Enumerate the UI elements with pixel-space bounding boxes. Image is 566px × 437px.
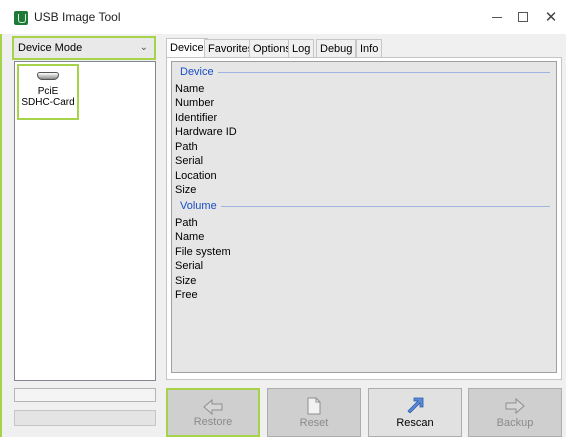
document-icon bbox=[307, 397, 321, 415]
window-title: USB Image Tool bbox=[34, 10, 121, 24]
properties-view[interactable]: Device Name Number Identifier Hardware I… bbox=[171, 61, 557, 373]
volume-field-file-system: File system bbox=[175, 246, 231, 258]
restore-button[interactable]: Restore bbox=[166, 388, 260, 437]
volume-field-size: Size bbox=[175, 275, 197, 287]
tab-panel: Device Name Number Identifier Hardware I… bbox=[166, 57, 562, 380]
progress-bar bbox=[14, 410, 156, 426]
app-icon bbox=[14, 11, 28, 25]
volume-field-free: Free bbox=[175, 289, 198, 301]
drive-icon bbox=[37, 72, 59, 80]
chevron-down-icon: ⌄ bbox=[139, 42, 148, 53]
device-field-location: Location bbox=[175, 170, 217, 182]
device-field-number: Number bbox=[175, 97, 215, 109]
arrow-right-icon bbox=[505, 397, 525, 415]
rescan-icon bbox=[407, 397, 424, 413]
device-field-name: Name bbox=[175, 83, 205, 95]
volume-field-serial: Serial bbox=[175, 260, 204, 272]
device-field-serial: Serial bbox=[175, 155, 204, 167]
mode-dropdown[interactable]: Device Mode ⌄ bbox=[12, 36, 156, 60]
device-item-pcie-sdhc-card[interactable]: PciE SDHC-Card bbox=[17, 64, 79, 120]
mode-dropdown-value: Device Mode bbox=[18, 42, 83, 54]
rescan-button[interactable]: Rescan bbox=[368, 388, 462, 437]
tab-debug[interactable]: Debug bbox=[316, 39, 357, 58]
maximize-icon bbox=[518, 12, 528, 22]
left-accent-bar bbox=[0, 34, 2, 437]
tab-info[interactable]: Info bbox=[356, 39, 383, 58]
device-field-hardware-id: Hardware ID bbox=[175, 126, 237, 138]
minimize-icon bbox=[492, 16, 502, 18]
status-field bbox=[14, 388, 156, 402]
device-field-size: Size bbox=[175, 184, 197, 196]
tab-log[interactable]: Log bbox=[288, 39, 315, 58]
device-field-identifier: Identifier bbox=[175, 112, 218, 124]
close-button[interactable]: ✕ bbox=[534, 6, 566, 28]
device-item-label: PciE SDHC-Card bbox=[21, 86, 75, 108]
tab-device[interactable]: Device bbox=[166, 38, 208, 58]
volume-field-path: Path bbox=[175, 217, 198, 229]
close-icon: ✕ bbox=[544, 8, 558, 26]
device-field-path: Path bbox=[175, 141, 198, 153]
arrow-left-icon bbox=[203, 398, 223, 416]
device-group-header: Device bbox=[180, 66, 550, 78]
device-list[interactable]: PciE SDHC-Card bbox=[14, 61, 156, 381]
reset-button[interactable]: Reset bbox=[267, 388, 361, 437]
backup-button[interactable]: Backup bbox=[468, 388, 562, 437]
volume-field-name: Name bbox=[175, 231, 205, 243]
volume-group-header: Volume bbox=[180, 200, 550, 212]
title-bar: USB Image Tool ✕ bbox=[0, 0, 566, 34]
